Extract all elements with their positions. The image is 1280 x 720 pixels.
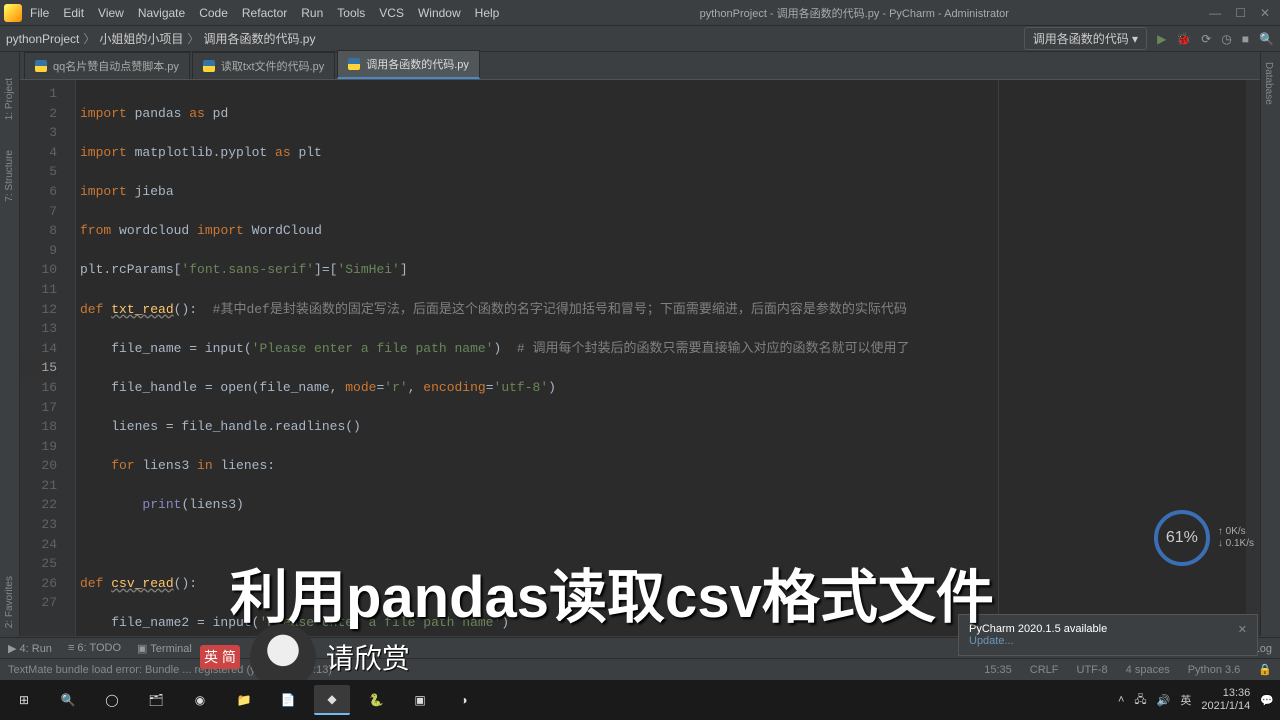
tab-file-1[interactable]: qq名片赞自动点赞脚本.py [24,52,190,79]
notification-title: PyCharm 2020.1.5 available [969,623,1247,635]
tray-up-icon[interactable]: ˄ [1118,694,1124,706]
menu-help[interactable]: Help [475,6,500,20]
menu-run[interactable]: Run [301,6,323,20]
status-indent[interactable]: 4 spaces [1126,664,1170,676]
python-icon [348,58,360,70]
tool-structure[interactable]: 7: Structure [4,150,15,202]
close-icon[interactable]: ✕ [1260,6,1270,20]
status-bar: TextMate bundle load error: Bundle ... r… [0,658,1280,680]
windows-taskbar: ⊞ 🔍 ◯ 🗂 ◉ 📁 📄 ◆ 🐍 ▣ ◑ ˄ 🖧 🔊 英 13:36 2021… [0,680,1280,720]
chrome-icon[interactable]: ◉ [182,685,218,715]
caption-overlay: 利用pandas读取csv格式文件 [230,550,994,634]
debug-button[interactable]: 🐞 [1176,32,1191,46]
left-tool-strip: 1: Project 7: Structure 2: Favorites [0,52,20,636]
menu-file[interactable]: File [30,6,49,20]
explorer-icon[interactable]: 🗂 [138,685,174,715]
run-button[interactable]: ▶ [1157,32,1166,46]
title-bar: File Edit View Navigate Code Refactor Ru… [0,0,1280,26]
tool-run[interactable]: ▶ 4: Run [8,642,52,655]
tab-file-2[interactable]: 读取txt文件的代码.py [192,52,335,79]
notification-update-link[interactable]: Update... [969,635,1247,647]
net-down: ↓ 0.1K/s [1218,538,1254,550]
tool-terminal[interactable]: ▣ Terminal [137,642,192,655]
editor: qq名片赞自动点赞脚本.py 读取txt文件的代码.py 调用各函数的代码.py… [20,52,1260,636]
coverage-button[interactable]: ⟳ [1201,32,1211,46]
tool-todo[interactable]: ≡ 6: TODO [68,642,121,654]
stop-button[interactable]: ■ [1242,32,1249,46]
ime-badge: 英 简 [200,645,240,669]
menu-code[interactable]: Code [199,6,228,20]
search-button[interactable]: 🔍 [1259,32,1274,46]
tool-favorites[interactable]: 2: Favorites [4,576,15,628]
tab-file-3[interactable]: 调用各函数的代码.py [337,50,480,79]
profile-button[interactable]: ◷ [1221,32,1231,46]
breadcrumb-folder[interactable]: 小姐姐的小项目 [99,30,183,47]
window-title: pythonProject - 调用各函数的代码.py - PyCharm - … [499,5,1209,21]
tray-clock[interactable]: 13:36 2021/1/14 [1201,687,1250,713]
python-task-icon[interactable]: 🐍 [358,685,394,715]
right-margin [998,80,999,636]
line-gutter: 1234567891011121314151617181920212223242… [20,80,76,636]
right-tool-strip: Database [1260,52,1280,636]
menu-vcs[interactable]: VCS [379,6,404,20]
start-button[interactable]: ⊞ [6,685,42,715]
status-line-sep[interactable]: CRLF [1030,664,1059,676]
update-notification[interactable]: ✕ PyCharm 2020.1.5 available Update... [958,614,1258,656]
maximize-icon[interactable]: ☐ [1235,6,1246,20]
menu-refactor[interactable]: Refactor [242,6,287,20]
python-icon [203,60,215,72]
menu-tools[interactable]: Tools [337,6,365,20]
lock-icon: 🔒 [1258,663,1272,676]
pycharm-logo-icon [4,4,22,22]
tool-database[interactable]: Database [1263,62,1274,105]
status-interpreter[interactable]: Python 3.6 [1188,664,1241,676]
folder-icon[interactable]: 📁 [226,685,262,715]
editor-tabs: qq名片赞自动点赞脚本.py 读取txt文件的代码.py 调用各函数的代码.py [20,52,1260,80]
status-caret-pos[interactable]: 15:35 [984,664,1012,676]
system-tray[interactable]: ˄ 🖧 🔊 英 13:36 2021/1/14 💬 [1118,687,1274,713]
navigation-bar: pythonProject 〉 小姐姐的小项目 〉 调用各函数的代码.py 调用… [0,26,1280,52]
search-task-icon[interactable]: 🔍 [50,685,86,715]
python-icon [35,60,47,72]
main-menu: File Edit View Navigate Code Refactor Ru… [30,6,499,20]
pycharm-task-icon[interactable]: ◆ [314,685,350,715]
status-encoding[interactable]: UTF-8 [1077,664,1108,676]
menu-navigate[interactable]: Navigate [138,6,185,20]
menu-view[interactable]: View [98,6,124,20]
breadcrumb-project[interactable]: pythonProject [6,32,79,46]
minimize-icon[interactable]: — [1209,6,1221,20]
menu-edit[interactable]: Edit [63,6,84,20]
breadcrumb-file[interactable]: 调用各函数的代码.py [203,30,315,47]
performance-widget: 61% ↑ 0K/s ↓ 0.1K/s [1154,510,1254,566]
mascot-caption: 请欣赏 [326,637,410,677]
taskview-icon[interactable]: ◯ [94,685,130,715]
tray-net-icon[interactable]: 🖧 [1134,691,1146,710]
tray-sound-icon[interactable]: 🔊 [1157,694,1171,707]
close-notification-icon[interactable]: ✕ [1238,623,1247,636]
cmd-task-icon[interactable]: ▣ [402,685,438,715]
net-up: ↑ 0K/s [1218,526,1254,538]
tray-ime-icon[interactable]: 英 [1180,692,1191,708]
tool-project[interactable]: 1: Project [4,78,15,120]
run-configuration-select[interactable]: 调用各函数的代码 ▾ [1024,27,1147,50]
cpu-ring: 61% [1154,510,1210,566]
menu-window[interactable]: Window [418,6,461,20]
notepad-icon[interactable]: 📄 [270,685,306,715]
app-task-icon[interactable]: ◑ [446,685,482,715]
tray-notifications-icon[interactable]: 💬 [1260,694,1274,707]
